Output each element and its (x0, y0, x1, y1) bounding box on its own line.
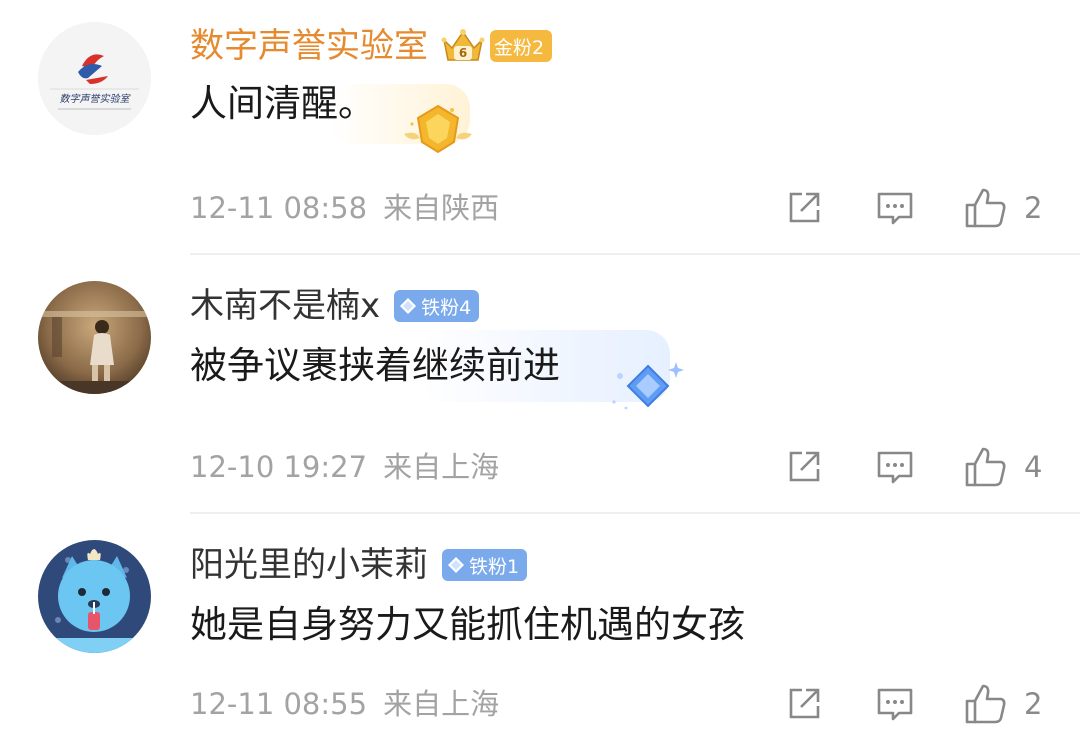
comment-body: 人间清醒。 (190, 76, 375, 132)
comment-header: 阳光里的小茉莉 铁粉1 (190, 539, 528, 591)
share-icon (789, 451, 820, 482)
comment-button[interactable] (876, 449, 914, 487)
comment-button[interactable] (876, 190, 914, 228)
share-icon (789, 688, 820, 719)
comment-text: 她是自身努力又能抓住机遇的女孩 (190, 603, 745, 646)
comment-item: 阳光里的小茉莉 铁粉1 她是自身努力又能抓住机遇的女孩 12-11 08:55 来… (0, 515, 1080, 733)
comment-meta: 12-11 08:55 来自上海 (190, 684, 499, 724)
gold-shield-sticker-icon (404, 104, 472, 154)
username[interactable]: 数字声誉实验室 (190, 20, 428, 72)
fan-badge: 铁粉1 (442, 549, 528, 581)
username[interactable]: 木南不是楠x (190, 280, 380, 332)
timestamp: 12-10 19:27 (190, 450, 368, 484)
crown-level: 6 (459, 46, 467, 60)
comment-item: 木南不是楠x 铁粉4 被争议裹挟着继续前进 12-10 19:27 来自上海 4 (0, 256, 1080, 512)
timestamp: 12-11 08:58 (190, 191, 368, 225)
comment-text: 被争议裹挟着继续前进 (190, 344, 560, 387)
location: 来自上海 (383, 687, 500, 721)
avatar-logo-text: 数字声誉实验室 (60, 93, 132, 105)
comment-meta: 12-10 19:27 来自上海 (190, 447, 499, 487)
thumbs-up-icon (965, 188, 1006, 228)
like-button[interactable]: 2 (964, 186, 1042, 230)
share-icon (789, 192, 820, 223)
comment-item: 数字声誉实验室 数字声誉实验室 6 金粉2 人间清醒。 12-11 08:58 … (0, 0, 1080, 254)
like-count: 4 (1024, 450, 1043, 484)
location: 来自上海 (383, 450, 500, 484)
fan-badge: 金粉2 (490, 30, 553, 62)
share-button[interactable] (786, 686, 822, 722)
diamond-icon (448, 557, 464, 573)
location: 来自陕西 (383, 191, 500, 225)
blue-cat-avatar (38, 540, 151, 653)
comment-meta: 12-11 08:58 来自陕西 (190, 188, 499, 228)
comment-icon (877, 192, 913, 225)
like-button[interactable]: 4 (964, 445, 1042, 489)
avatar[interactable] (38, 281, 151, 394)
comment-header: 木南不是楠x 铁粉4 (190, 280, 480, 332)
like-button[interactable]: 2 (964, 682, 1042, 726)
avatar[interactable]: 数字声誉实验室 (38, 22, 151, 135)
user-photo-avatar (38, 281, 151, 394)
share-button[interactable] (786, 190, 822, 226)
badge-label: 铁粉4 (421, 296, 472, 319)
comment-body: 她是自身努力又能抓住机遇的女孩 (190, 597, 745, 653)
badge-label: 铁粉1 (469, 555, 520, 578)
divider (190, 512, 1080, 514)
comment-text: 人间清醒。 (190, 82, 375, 125)
timestamp: 12-11 08:55 (190, 687, 368, 721)
lab-logo-icon: 数字声誉实验室 (38, 22, 151, 135)
thumbs-up-icon (965, 447, 1006, 487)
badge-label: 金粉2 (494, 36, 545, 59)
blue-diamond-sticker-icon (612, 362, 684, 410)
crown-icon: 6 (440, 26, 486, 66)
username[interactable]: 阳光里的小茉莉 (190, 539, 428, 591)
comment-icon (877, 688, 913, 721)
like-count: 2 (1024, 191, 1043, 225)
comment-icon (877, 451, 913, 484)
fan-badge: 铁粉4 (394, 290, 480, 322)
comment-body: 被争议裹挟着继续前进 (190, 338, 560, 394)
like-count: 2 (1024, 687, 1043, 721)
comment-button[interactable] (876, 686, 914, 724)
comment-header: 数字声誉实验室 6 金粉2 (190, 20, 553, 72)
share-button[interactable] (786, 449, 822, 485)
diamond-icon (400, 298, 417, 314)
thumbs-up-icon (965, 684, 1006, 724)
divider (190, 253, 1080, 255)
avatar[interactable] (38, 540, 151, 653)
